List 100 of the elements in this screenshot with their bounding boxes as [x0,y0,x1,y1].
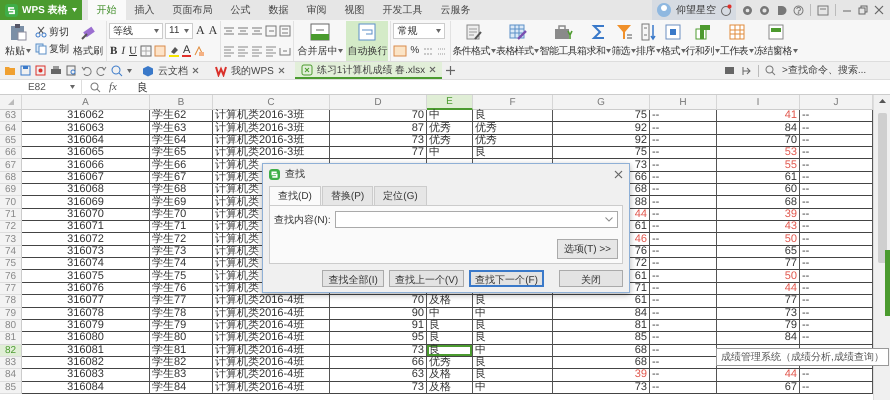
copy-button[interactable]: 复制 [34,42,70,56]
dialog-button[interactable]: 查找下一个(F) [469,270,544,287]
toolbar-button[interactable]: 智能工具箱 [539,20,586,60]
toolbar-button[interactable]: 筛选 [611,20,636,60]
skin-icon[interactable] [720,4,732,16]
save-icon[interactable] [20,65,31,76]
caret-icon[interactable] [338,49,344,53]
percent-button[interactable]: % [409,45,420,56]
record-icon[interactable] [759,4,770,16]
menu-tab[interactable]: 公式 [222,0,260,20]
scrollbar[interactable] [873,95,890,400]
filter-icon[interactable] [614,23,633,41]
toolbar-button[interactable]: 工作表 [720,20,754,60]
caret-icon[interactable] [26,49,31,53]
column-header[interactable]: F [473,95,553,110]
caret-icon[interactable] [656,49,661,53]
restore-icon[interactable] [858,5,868,15]
font-color-button[interactable]: A [182,44,192,56]
caret-icon[interactable] [436,28,442,32]
export-icon[interactable] [35,65,46,76]
toolbar-button[interactable]: 求和 [586,20,612,60]
freeze-panes-icon[interactable] [766,23,785,41]
dialog-tab[interactable]: 定位(G) [374,186,427,205]
bold-button[interactable]: B [109,44,118,56]
caret-icon[interactable] [490,49,496,53]
toolbar-button[interactable]: 排序 [636,20,661,60]
caret-icon[interactable] [714,49,720,53]
caret-icon[interactable] [680,49,686,53]
column-header[interactable]: C [213,95,330,110]
column-header[interactable]: I [717,95,800,110]
sort-icon[interactable] [640,23,658,41]
dialog-button[interactable]: 关闭 [559,270,623,287]
wrap-text-button[interactable]: 自动换行 [346,20,388,60]
close-icon[interactable] [278,67,285,74]
close-icon[interactable] [874,5,884,15]
align-center-icon[interactable] [237,44,250,56]
caret-icon[interactable] [534,49,540,53]
menu-tab[interactable]: 数据 [260,0,298,20]
scroll-up-icon[interactable] [878,99,886,103]
align-left-icon[interactable] [223,44,236,56]
zoom-icon[interactable] [111,64,123,76]
command-search-field[interactable]: >查找命令、搜索... [782,65,886,76]
formula-field[interactable]: 良 [124,80,148,94]
search-icon[interactable] [765,65,776,76]
indent-increase-icon[interactable] [279,24,292,36]
column-header[interactable]: J [800,95,873,110]
close-icon[interactable] [614,170,623,178]
table-brush-icon[interactable] [508,23,527,41]
help-icon[interactable] [793,4,804,16]
underline-button[interactable]: U [128,44,138,56]
font-name-field[interactable]: 等线 [109,22,163,38]
shrink-font-button[interactable]: A [208,23,218,38]
caret-icon[interactable] [631,49,636,53]
caret-icon[interactable] [154,28,159,32]
menu-tab[interactable]: 云服务 [432,0,480,20]
toolbar-button[interactable]: 冻结窗格 [754,20,798,60]
table-pen-icon[interactable] [465,23,484,41]
dialog-tab[interactable]: 查找(D) [269,186,321,205]
print-icon[interactable] [50,65,62,76]
menu-tab[interactable]: 插入 [126,0,164,20]
worksheet-icon[interactable] [728,23,746,41]
number-format-field[interactable]: 常规 [393,22,446,38]
format-grid-icon[interactable] [664,23,682,41]
scroll-thumb[interactable] [878,113,886,263]
document-tab[interactable]: 练习1计算机成绩 春.xlsx [294,62,442,79]
dialog-tab[interactable]: 替换(P) [322,186,374,205]
redo-icon[interactable] [96,65,107,76]
column-header[interactable]: G [553,95,650,110]
toolbar-button[interactable]: 条件格式 [452,20,496,60]
column-header[interactable]: A [22,95,150,110]
plus-icon[interactable] [446,66,456,75]
align-right-icon[interactable] [251,44,264,56]
font-size-field[interactable]: 11 [165,22,193,38]
caret-icon[interactable] [606,49,612,53]
column-header[interactable]: H [650,95,717,110]
toolbar-button[interactable]: 格式 [660,20,686,60]
merge-center-button[interactable]: 合并居中 [296,20,344,60]
document-tab[interactable]: 我的WPS [209,62,291,79]
format-painter-button[interactable]: 格式刷 [72,20,104,60]
menu-tab[interactable]: 页面布局 [164,0,222,20]
menu-tab[interactable]: 视图 [336,0,374,20]
caret-icon[interactable] [70,85,75,89]
caret-icon[interactable] [792,49,798,53]
arrow-icon[interactable] [741,66,752,76]
caret-icon[interactable] [749,49,754,53]
toolbar-button[interactable]: 表格样式 [496,20,540,60]
close-icon[interactable] [192,67,199,74]
settings-icon[interactable] [742,4,753,16]
close-icon[interactable] [429,66,436,73]
align-bottom-icon[interactable] [251,24,264,36]
dialog-button[interactable]: 查找上一个(V) [388,270,464,287]
align-top-icon[interactable] [223,24,236,36]
caret-icon[interactable] [184,28,189,32]
indent-decrease-icon[interactable] [265,24,278,36]
function-label[interactable]: fx [109,81,117,93]
column-header[interactable]: D [330,95,427,110]
highlight-icon[interactable] [168,44,180,56]
zoom-icon[interactable] [90,82,101,92]
italic-button[interactable]: I [120,44,126,56]
column-header[interactable]: B [150,95,213,110]
